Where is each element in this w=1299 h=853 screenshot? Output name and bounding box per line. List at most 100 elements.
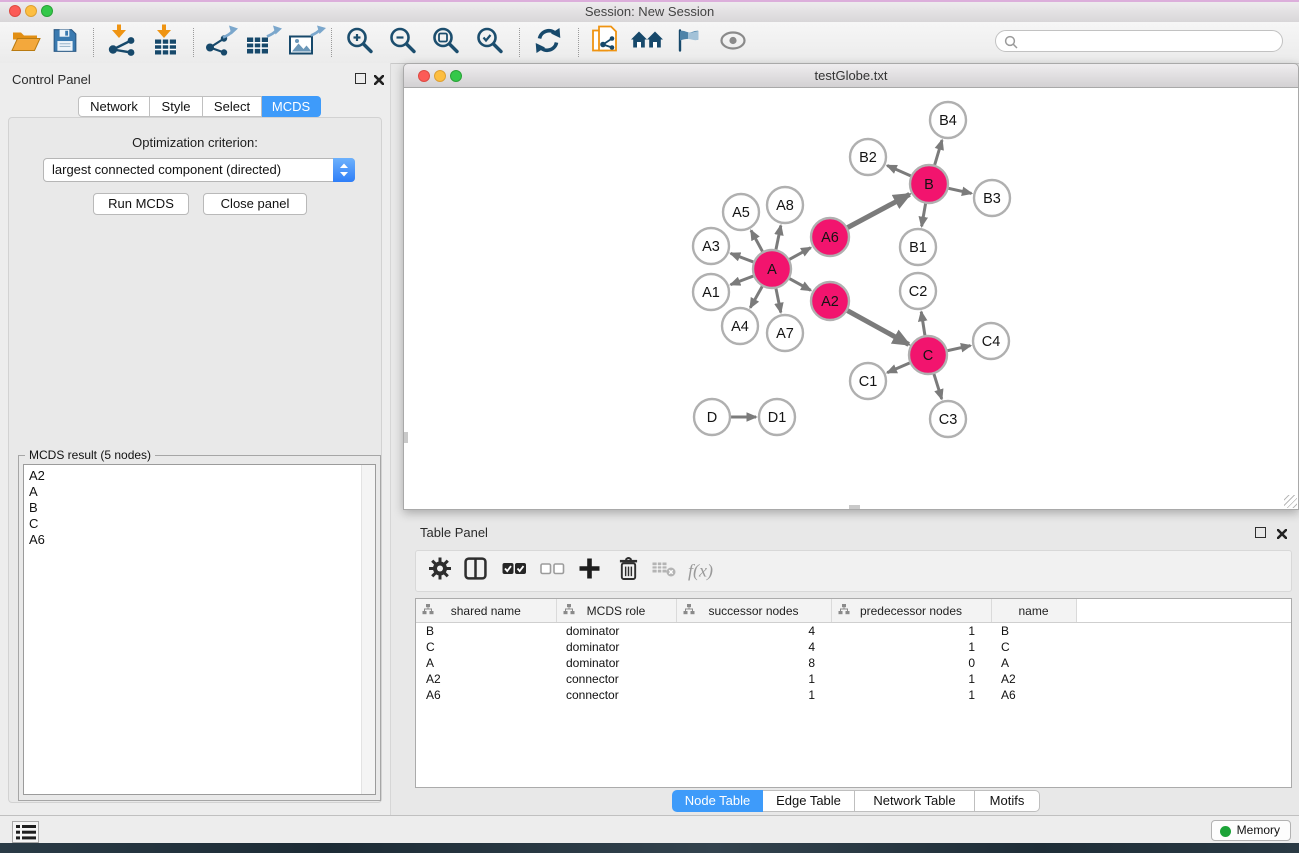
mcds-result-item[interactable]: C: [24, 516, 361, 532]
tab-network-table[interactable]: Network Table: [855, 790, 975, 812]
graph-node-B3[interactable]: B3: [974, 180, 1010, 216]
network-canvas[interactable]: A A1 A2 A3 A4 A5 A6 A7 A8 B B1 B2 B3 B4 C C1 C2 C3 C4 D D1: [403, 88, 1299, 510]
refresh-icon[interactable]: [533, 25, 563, 60]
clone-network-icon[interactable]: [591, 24, 621, 61]
zoom-network-button[interactable]: [450, 70, 462, 82]
table-row[interactable]: Cdominator41C: [416, 639, 1291, 655]
float-panel-icon[interactable]: [355, 73, 366, 84]
svg-text:D: D: [707, 410, 717, 426]
graph-node-C3[interactable]: C3: [930, 401, 966, 437]
import-table-icon[interactable]: [149, 24, 183, 61]
deselect-all-icon[interactable]: [540, 560, 565, 583]
hide-selected-icon[interactable]: [675, 27, 702, 58]
table-row[interactable]: A2connector11A2: [416, 671, 1291, 687]
node-table-container[interactable]: shared nameMCDS rolesuccessor nodesprede…: [415, 598, 1292, 788]
graph-node-B[interactable]: B: [910, 165, 948, 203]
zoom-out-icon[interactable]: [388, 25, 418, 60]
zoom-in-icon[interactable]: [345, 25, 375, 60]
float-table-panel-icon[interactable]: [1255, 527, 1266, 538]
tab-network[interactable]: Network: [78, 96, 150, 117]
tab-style[interactable]: Style: [150, 96, 203, 117]
graph-node-A3[interactable]: A3: [693, 228, 729, 264]
column-header-successor-nodes[interactable]: successor nodes: [676, 599, 831, 623]
graph-node-C[interactable]: C: [909, 336, 947, 374]
network-window-title: testGlobe.txt: [404, 64, 1298, 89]
graph-node-A5[interactable]: A5: [723, 194, 759, 230]
network-window-titlebar[interactable]: testGlobe.txt: [403, 63, 1299, 88]
tab-select[interactable]: Select: [203, 96, 262, 117]
graph-node-A2[interactable]: A2: [811, 282, 849, 320]
tab-edge-table[interactable]: Edge Table: [763, 790, 855, 812]
network-graph[interactable]: A A1 A2 A3 A4 A5 A6 A7 A8 B B1 B2 B3 B4 C C1 C2 C3 C4 D D1: [404, 88, 1298, 508]
svg-text:A4: A4: [731, 319, 749, 335]
import-network-icon[interactable]: [105, 24, 139, 61]
table-settings-icon[interactable]: [428, 557, 452, 586]
tab-motifs[interactable]: Motifs: [975, 790, 1040, 812]
memory-button[interactable]: Memory: [1211, 820, 1291, 841]
task-history-button[interactable]: [12, 821, 39, 843]
column-header-mcds-role[interactable]: MCDS role: [556, 599, 676, 623]
table-row[interactable]: Bdominator41B: [416, 623, 1291, 640]
svg-text:C: C: [923, 348, 933, 364]
mcds-result-item[interactable]: A6: [24, 532, 361, 548]
save-session-icon[interactable]: [52, 27, 78, 58]
close-panel-icon[interactable]: [374, 72, 384, 90]
select-stepper[interactable]: [333, 158, 355, 182]
attribute-tree-icon: [422, 604, 434, 615]
graph-node-C1[interactable]: C1: [850, 363, 886, 399]
delete-column-icon[interactable]: [618, 556, 639, 586]
graph-node-A6[interactable]: A6: [811, 218, 849, 256]
mcds-result-item[interactable]: B: [24, 500, 361, 516]
graph-node-A8[interactable]: A8: [767, 187, 803, 223]
add-column-icon[interactable]: [578, 557, 601, 585]
open-session-icon[interactable]: [11, 28, 41, 57]
graph-node-A[interactable]: A: [753, 250, 791, 288]
minimize-network-button[interactable]: [434, 70, 446, 82]
zoom-fit-icon[interactable]: [431, 25, 461, 60]
toolbar-separator: [193, 28, 194, 57]
run-mcds-button[interactable]: Run MCDS: [93, 193, 189, 215]
session-home-icon[interactable]: [630, 28, 664, 57]
resize-grip[interactable]: [1284, 495, 1297, 508]
svg-text:C4: C4: [982, 334, 1001, 350]
graph-node-C2[interactable]: C2: [900, 273, 936, 309]
column-header-shared-name[interactable]: shared name: [416, 599, 556, 623]
close-panel-button[interactable]: Close panel: [203, 193, 307, 215]
zoom-selected-icon[interactable]: [475, 25, 505, 60]
tab-node-table[interactable]: Node Table: [672, 790, 763, 812]
tab-mcds[interactable]: MCDS: [262, 96, 321, 117]
graph-node-A7[interactable]: A7: [767, 315, 803, 351]
search-input[interactable]: [1022, 32, 1276, 52]
mcds-result-item[interactable]: A2: [24, 468, 361, 484]
graph-node-A4[interactable]: A4: [722, 308, 758, 344]
table-row[interactable]: A6connector11A6: [416, 687, 1291, 703]
mcds-result-item[interactable]: A: [24, 484, 361, 500]
graph-node-B2[interactable]: B2: [850, 139, 886, 175]
graph-node-D[interactable]: D: [694, 399, 730, 435]
toolbar-separator: [519, 28, 520, 57]
column-header-predecessor-nodes[interactable]: predecessor nodes: [831, 599, 991, 623]
list-scrollbar[interactable]: [361, 465, 375, 794]
column-layout-icon[interactable]: [464, 557, 487, 585]
close-table-panel-icon[interactable]: [1277, 526, 1287, 544]
export-table-icon[interactable]: [245, 25, 283, 60]
show-eye-icon[interactable]: [719, 27, 747, 58]
mcds-panel: Optimization criterion: largest connecte…: [8, 117, 382, 803]
node-table[interactable]: shared nameMCDS rolesuccessor nodesprede…: [416, 599, 1291, 703]
criterion-select[interactable]: largest connected component (directed): [43, 158, 355, 182]
close-network-button[interactable]: [418, 70, 430, 82]
graph-node-B4[interactable]: B4: [930, 102, 966, 138]
mcds-result-list[interactable]: A2ABCA6: [23, 464, 376, 795]
graph-node-B1[interactable]: B1: [900, 229, 936, 265]
canvas-left-nub: [404, 432, 408, 443]
export-network-icon[interactable]: [203, 25, 240, 60]
graph-node-C4[interactable]: C4: [973, 323, 1009, 359]
column-header-name[interactable]: name: [991, 599, 1076, 623]
select-all-icon[interactable]: [502, 560, 527, 583]
search-field[interactable]: [995, 30, 1283, 52]
export-image-icon[interactable]: [288, 25, 326, 60]
graph-node-A1[interactable]: A1: [693, 274, 729, 310]
table-tabs: Node TableEdge TableNetwork TableMotifs: [672, 790, 1040, 812]
graph-node-D1[interactable]: D1: [759, 399, 795, 435]
table-row[interactable]: Adominator80A: [416, 655, 1291, 671]
